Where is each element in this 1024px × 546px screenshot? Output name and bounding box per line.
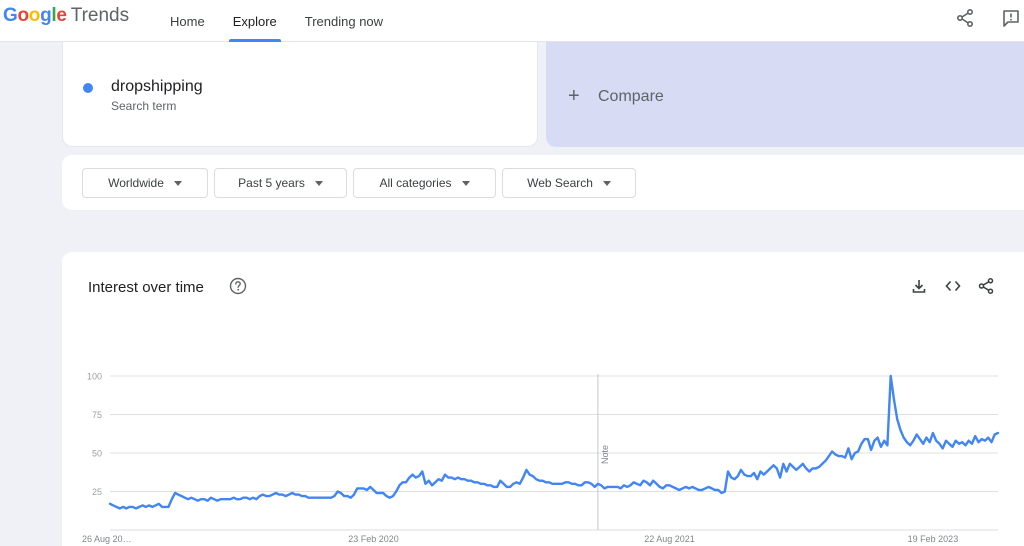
x-tick-label: 26 Aug 20… [82, 534, 132, 544]
term-color-dot [83, 83, 93, 93]
nav-trending-now-label: Trending now [304, 13, 384, 29]
main-nav: Home Explore Trending now [160, 0, 401, 42]
logo-letter: g [40, 5, 52, 26]
search-type-dropdown-label: Web Search [527, 176, 593, 190]
nav-home-label: Home [170, 13, 205, 29]
feedback-icon[interactable] [1001, 8, 1021, 28]
series-line-dropshipping [108, 374, 1000, 510]
logo-letter: e [56, 5, 67, 26]
logo-letter: G [3, 5, 18, 26]
google-trends-logo[interactable]: Google Trends [3, 5, 129, 31]
filter-bar: Worldwide Past 5 years All categories We… [62, 155, 1024, 210]
search-type-dropdown[interactable]: Web Search [502, 168, 636, 198]
region-dropdown[interactable]: Worldwide [82, 168, 208, 198]
chevron-down-icon [173, 180, 182, 186]
logo-letter: o [28, 5, 41, 26]
interest-over-time-card: Interest over time 25 50 75 100 Note 26 Aug 2… [62, 252, 1024, 546]
chevron-down-icon [461, 180, 470, 186]
logo-google-text: Google [3, 5, 67, 27]
top-bar: Google Trends Home Explore Trending now [0, 0, 1024, 42]
y-tick-label: 25 [92, 487, 102, 497]
y-tick-label: 50 [92, 449, 102, 459]
x-tick-label: 23 Feb 2020 [348, 534, 399, 544]
chevron-down-icon [602, 180, 611, 186]
y-tick-label: 75 [92, 410, 102, 420]
term-name[interactable]: dropshipping [111, 78, 203, 96]
compare-button[interactable]: + Compare [546, 42, 1024, 147]
note-label: Note [600, 445, 610, 464]
category-dropdown-label: All categories [379, 176, 452, 190]
category-dropdown[interactable]: All categories [353, 168, 496, 198]
x-tick-label: 19 Feb 2023 [908, 534, 959, 544]
compare-label: Compare [598, 88, 664, 105]
nav-trending-now[interactable]: Trending now [295, 0, 393, 42]
nav-explore-label: Explore [232, 13, 277, 29]
logo-letter: o [17, 5, 29, 26]
chevron-down-icon [314, 180, 323, 186]
nav-home[interactable]: Home [160, 0, 215, 42]
plus-icon: + [568, 85, 580, 107]
y-tick-label: 100 [87, 372, 102, 382]
logo-trends-text: Trends [70, 5, 130, 26]
x-tick-label: 22 Aug 2021 [644, 534, 695, 544]
time-range-dropdown-label: Past 5 years [238, 176, 305, 190]
nav-explore[interactable]: Explore [223, 0, 287, 42]
term-subtitle: Search term [111, 99, 177, 113]
search-term-card[interactable]: dropshipping Search term [62, 42, 538, 147]
region-dropdown-label: Worldwide [108, 176, 164, 190]
time-range-dropdown[interactable]: Past 5 years [214, 168, 347, 198]
share-icon[interactable] [955, 8, 975, 28]
interest-line-chart[interactable]: 25 50 75 100 Note 26 Aug 20… 23 Feb 2020 22 Aug… [62, 252, 1024, 546]
